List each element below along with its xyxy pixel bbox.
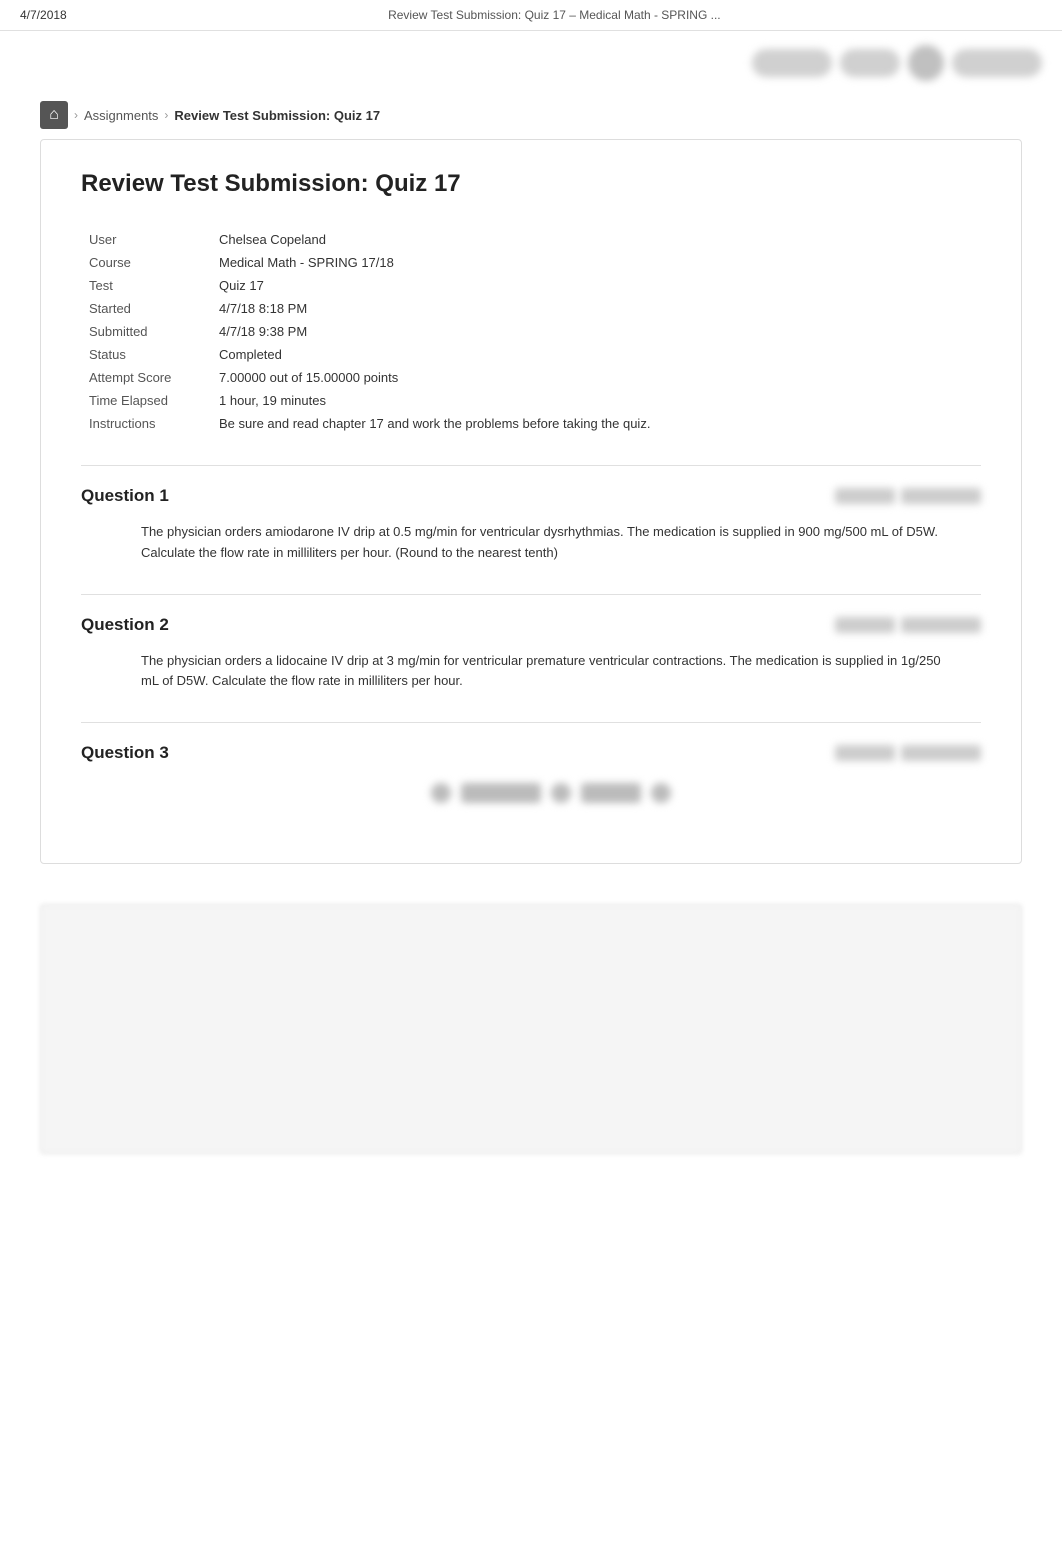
info-label: Instructions: [81, 412, 211, 435]
score-blurred-2: [901, 745, 981, 761]
info-value: Be sure and read chapter 17 and work the…: [211, 412, 981, 435]
q3-blurred-row-1: [461, 783, 541, 803]
info-label: Course: [81, 251, 211, 274]
questions-container: Question 1 The physician orders amiodaro…: [81, 465, 981, 803]
info-value: Quiz 17: [211, 274, 981, 297]
score-blurred-2: [901, 488, 981, 504]
blurred-nav-circle: [908, 45, 944, 81]
score-blurred-1: [835, 617, 895, 633]
breadcrumb: ⌂ › Assignments › Review Test Submission…: [0, 91, 1062, 139]
question-text-1: The physician orders amiodarone IV drip …: [81, 522, 981, 564]
main-card: Review Test Submission: Quiz 17 User Che…: [40, 139, 1022, 864]
top-bar-date: 4/7/2018: [20, 8, 67, 22]
info-row: User Chelsea Copeland: [81, 228, 981, 251]
info-label: Test: [81, 274, 211, 297]
breadcrumb-separator-1: ›: [74, 108, 78, 122]
breadcrumb-separator-2: ›: [164, 108, 168, 122]
blurred-nav-area: [752, 45, 1042, 81]
info-label: Started: [81, 297, 211, 320]
info-row: Submitted 4/7/18 9:38 PM: [81, 320, 981, 343]
info-value: 7.00000 out of 15.00000 points: [211, 366, 981, 389]
blurred-nav-pill-2: [840, 49, 900, 77]
blurred-bottom-section: [40, 904, 1022, 1154]
info-row: Course Medical Math - SPRING 17/18: [81, 251, 981, 274]
info-row: Status Completed: [81, 343, 981, 366]
info-label: User: [81, 228, 211, 251]
score-blurred-1: [835, 488, 895, 504]
home-icon[interactable]: ⌂: [40, 101, 68, 129]
question-header-1: Question 1: [81, 486, 981, 506]
blurred-nav-pill-3: [952, 49, 1042, 77]
top-bar-title: Review Test Submission: Quiz 17 – Medica…: [388, 8, 721, 22]
page-title: Review Test Submission: Quiz 17: [81, 170, 981, 198]
info-row: Time Elapsed 1 hour, 19 minutes: [81, 389, 981, 412]
info-value: 1 hour, 19 minutes: [211, 389, 981, 412]
blurred-nav-pill-1: [752, 49, 832, 77]
info-table: User Chelsea Copeland Course Medical Mat…: [81, 228, 981, 435]
breadcrumb-current: Review Test Submission: Quiz 17: [174, 108, 380, 123]
info-label: Status: [81, 343, 211, 366]
info-value: Medical Math - SPRING 17/18: [211, 251, 981, 274]
info-row: Test Quiz 17: [81, 274, 981, 297]
q3-blurred-circle-3: [651, 783, 671, 803]
question-block-2: Question 2 The physician orders a lidoca…: [81, 594, 981, 693]
question-score-2: [835, 617, 981, 633]
info-row: Attempt Score 7.00000 out of 15.00000 po…: [81, 366, 981, 389]
question-block-3: Question 3: [81, 722, 981, 803]
info-value: Chelsea Copeland: [211, 228, 981, 251]
info-label: Submitted: [81, 320, 211, 343]
question-score-1: [835, 488, 981, 504]
info-value: 4/7/18 8:18 PM: [211, 297, 981, 320]
score-blurred-1: [835, 745, 895, 761]
question-header-3: Question 3: [81, 743, 981, 763]
question-header-2: Question 2: [81, 615, 981, 635]
question-text-2: The physician orders a lidocaine IV drip…: [81, 651, 981, 693]
info-label: Attempt Score: [81, 366, 211, 389]
info-value: Completed: [211, 343, 981, 366]
q3-blurred-row-2: [581, 783, 641, 803]
header-area: [0, 31, 1062, 91]
score-blurred-2: [901, 617, 981, 633]
info-label: Time Elapsed: [81, 389, 211, 412]
top-bar: 4/7/2018 Review Test Submission: Quiz 17…: [0, 0, 1062, 31]
question-title-1: Question 1: [81, 486, 169, 506]
question-block-1: Question 1 The physician orders amiodaro…: [81, 465, 981, 564]
question3-blurred-rows: [81, 783, 981, 803]
breadcrumb-assignments-link[interactable]: Assignments: [84, 108, 158, 123]
info-value: 4/7/18 9:38 PM: [211, 320, 981, 343]
info-row: Started 4/7/18 8:18 PM: [81, 297, 981, 320]
question-title-3: Question 3: [81, 743, 169, 763]
info-row: Instructions Be sure and read chapter 17…: [81, 412, 981, 435]
question-score-3: [835, 745, 981, 761]
q3-blurred-circle-1: [431, 783, 451, 803]
question-title-2: Question 2: [81, 615, 169, 635]
q3-blurred-circle-2: [551, 783, 571, 803]
